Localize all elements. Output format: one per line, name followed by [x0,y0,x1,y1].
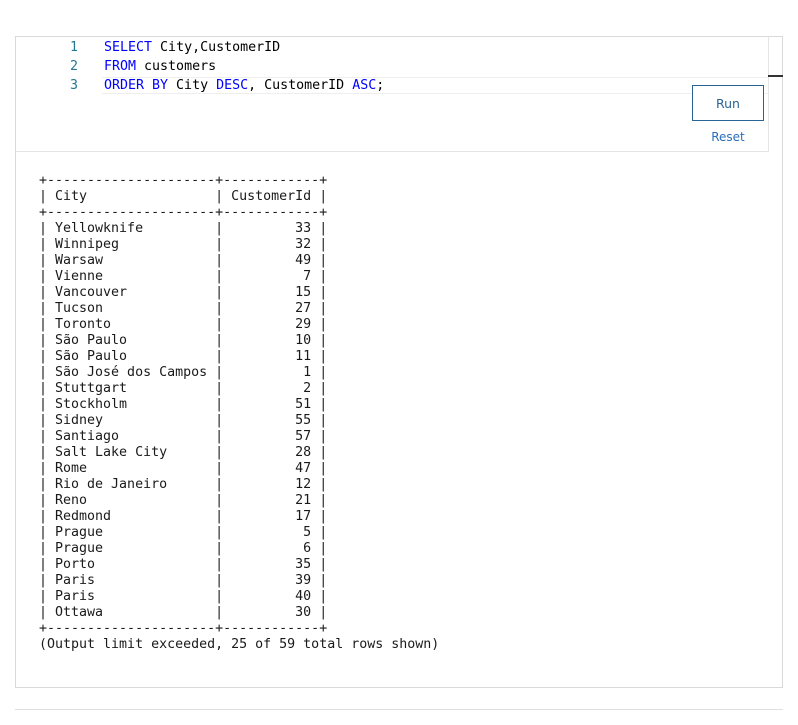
table-row: | Toronto | 29 | [39,317,328,332]
table-row: | Stuttgart | 2 | [39,381,328,396]
sql-token: , CustomerID [248,78,353,93]
sql-keyword: ASC [352,78,377,93]
sql-keyword: FROM [104,59,137,74]
sql-keyword: DESC [216,78,249,93]
table-row: | Rome | 47 | [39,461,328,476]
table-row: | Yellowknife | 33 | [39,221,328,236]
table-row: | São Paulo | 11 | [39,349,328,364]
table-row: | Paris | 39 | [39,573,328,588]
table-row: | Sidney | 55 | [39,413,328,428]
table-border: +---------------------+------------+ [39,205,328,220]
sql-token: ; [376,78,385,93]
sql-playground: 1 SELECT City,CustomerID 2 FROM customers 3 O… [15,36,783,688]
table-row: | Tucson | 27 | [39,301,328,316]
table-row: | Paris | 40 | [39,589,328,604]
table-row: | São Paulo | 10 | [39,333,328,348]
table-border: +---------------------+------------+ [39,621,328,636]
table-header-row: | City | CustomerId | [39,189,328,204]
table-border: +---------------------+------------+ [39,173,328,188]
sql-keyword: SELECT [104,40,153,55]
bottom-divider [15,709,783,710]
table-row: | Prague | 6 | [39,541,328,556]
line-number: 3 [69,78,78,93]
table-row: | Winnipeg | 32 | [39,237,328,252]
sql-token: City,CustomerID [152,40,281,55]
table-row: | Salt Lake City | 28 | [39,445,328,460]
sql-token: customers [136,59,217,74]
code-line[interactable]: 3 ORDER BY City DESC, CustomerID ASC; [16,76,384,95]
line-number: 1 [69,40,78,55]
table-row: | Stockholm | 51 | [39,397,328,412]
sql-keyword: ORDER BY [104,78,169,93]
code-editor[interactable]: 1 SELECT City,CustomerID 2 FROM customers 3 O… [16,37,768,152]
table-row: | Prague | 5 | [39,525,328,540]
table-row: | Santiago | 57 | [39,429,328,444]
reset-link[interactable]: Reset [692,129,764,145]
editor-scrollbar[interactable] [768,37,782,152]
table-row: | Ottawa | 30 | [39,605,328,620]
line-number: 2 [69,59,78,74]
output-limit-note: (Output limit exceeded, 25 of 59 total r… [39,637,440,652]
query-output-table: +---------------------+------------+ | Ci… [39,173,327,637]
table-row: | Vancouver | 15 | [39,285,328,300]
table-row: | Porto | 35 | [39,557,328,572]
code-line[interactable]: 1 SELECT City,CustomerID [16,38,280,57]
table-row: | Rio de Janeiro | 12 | [39,477,328,492]
sql-token: City [168,78,217,93]
table-row: | Warsaw | 49 | [39,253,328,268]
run-button[interactable]: Run [692,85,764,121]
code-line[interactable]: 2 FROM customers [16,57,216,76]
table-row: | Redmond | 17 | [39,509,328,524]
table-row: | Reno | 21 | [39,493,328,508]
scrollbar-thumb[interactable] [768,75,783,77]
table-row: | São José dos Campos | 1 | [39,365,328,380]
table-row: | Vienne | 7 | [39,269,328,284]
